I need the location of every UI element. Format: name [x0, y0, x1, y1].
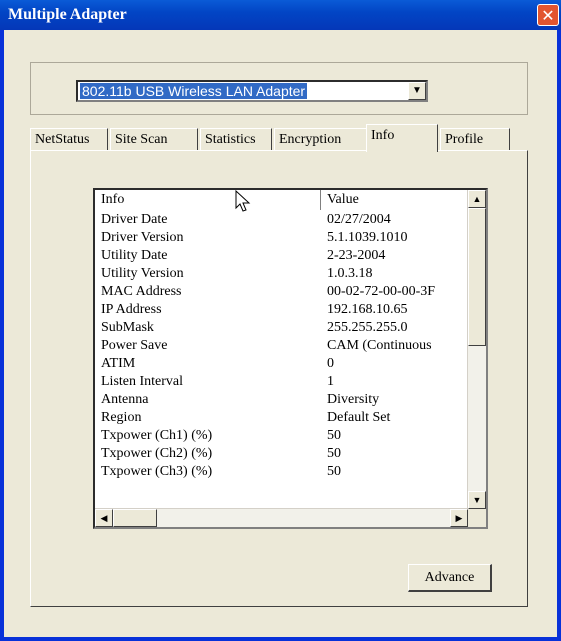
column-header-info[interactable]: Info: [95, 190, 321, 210]
table-row[interactable]: Utility Date 2-23-2004: [95, 247, 467, 265]
value-cell: 1.0.3.18: [327, 266, 373, 281]
info-cell: Driver Date: [101, 212, 168, 227]
value-cell: 00-02-72-00-00-3F: [327, 284, 436, 299]
column-header-value[interactable]: Value: [321, 190, 468, 210]
tab-netstatus[interactable]: NetStatus: [30, 128, 108, 150]
value-cell: 50: [327, 446, 341, 461]
close-icon[interactable]: ✕: [537, 4, 559, 26]
info-cell: IP Address: [101, 302, 162, 317]
value-cell: 1: [327, 374, 334, 389]
table-row[interactable]: ATIM 0: [95, 355, 467, 373]
info-cell: Txpower (Ch1) (%): [101, 428, 213, 443]
info-cell: Driver Version: [101, 230, 184, 245]
vertical-scroll-thumb[interactable]: [468, 208, 486, 346]
info-cell: Region: [101, 410, 142, 425]
tab-profile[interactable]: Profile: [440, 128, 510, 150]
advance-button[interactable]: Advance: [408, 564, 492, 592]
info-cell: SubMask: [101, 320, 154, 335]
chevron-down-icon[interactable]: ▼: [408, 82, 426, 100]
table-row[interactable]: Driver Date 02/27/2004: [95, 211, 467, 229]
tab-statistics[interactable]: Statistics: [200, 128, 272, 150]
table-row[interactable]: Txpower (Ch2) (%) 50: [95, 445, 467, 463]
table-row[interactable]: Antenna Diversity: [95, 391, 467, 409]
window-title: Multiple Adapter: [8, 6, 127, 23]
table-row[interactable]: IP Address 192.168.10.65: [95, 301, 467, 319]
info-cell: Power Save: [101, 338, 168, 353]
value-cell: 255.255.255.0: [327, 320, 408, 335]
value-cell: Diversity: [327, 392, 380, 407]
value-cell: 192.168.10.65: [327, 302, 408, 317]
info-cell: Utility Date: [101, 248, 168, 263]
value-cell: Default Set: [327, 410, 391, 425]
info-cell: MAC Address: [101, 284, 182, 299]
tab-info[interactable]: Info: [366, 124, 438, 152]
table-row[interactable]: MAC Address 00-02-72-00-00-3F: [95, 283, 467, 301]
info-cell: Listen Interval: [101, 374, 184, 389]
scroll-left-icon[interactable]: ◀: [95, 509, 113, 527]
value-cell: 5.1.1039.1010: [327, 230, 408, 245]
table-row[interactable]: Region Default Set: [95, 409, 467, 427]
table-row[interactable]: Listen Interval 1: [95, 373, 467, 391]
info-cell: Txpower (Ch2) (%): [101, 446, 213, 461]
scroll-up-icon[interactable]: ▲: [468, 190, 486, 208]
table-row[interactable]: Txpower (Ch1) (%) 50: [95, 427, 467, 445]
table-row[interactable]: SubMask 255.255.255.0: [95, 319, 467, 337]
horizontal-scrollbar[interactable]: ◀ ▶: [95, 508, 468, 527]
table-row[interactable]: Txpower (Ch3) (%) 50: [95, 463, 467, 481]
adapter-select[interactable]: 802.11b USB Wireless LAN Adapter ▼: [76, 80, 428, 102]
mouse-cursor-icon: [235, 190, 251, 212]
scroll-down-icon[interactable]: ▼: [468, 491, 486, 509]
info-cell: Utility Version: [101, 266, 184, 281]
info-list-view[interactable]: Info Value Driver Date 02/27/2004 Driver V…: [93, 188, 488, 529]
table-row[interactable]: Driver Version 5.1.1039.1010: [95, 229, 467, 247]
list-rows: Driver Date 02/27/2004 Driver Version 5.1.1…: [95, 211, 467, 481]
value-cell: 50: [327, 464, 341, 479]
info-cell: ATIM: [101, 356, 136, 371]
table-row[interactable]: Utility Version 1.0.3.18: [95, 265, 467, 283]
tab-site-scan[interactable]: Site Scan: [110, 128, 198, 150]
scrollbar-corner: [468, 509, 486, 527]
info-cell: Antenna: [101, 392, 149, 407]
value-cell: 2-23-2004: [327, 248, 386, 263]
value-cell: 0: [327, 356, 334, 371]
title-bar[interactable]: Multiple Adapter ✕: [0, 0, 561, 30]
vertical-scrollbar[interactable]: ▲ ▼: [467, 190, 486, 509]
scroll-right-icon[interactable]: ▶: [450, 509, 468, 527]
adapter-select-value: 802.11b USB Wireless LAN Adapter: [80, 83, 308, 99]
horizontal-scroll-thumb[interactable]: [113, 509, 157, 527]
table-row[interactable]: Power Save CAM (Continuous: [95, 337, 467, 355]
value-cell: 02/27/2004: [327, 212, 391, 227]
tab-encryption[interactable]: Encryption: [274, 128, 368, 150]
value-cell: 50: [327, 428, 341, 443]
info-cell: Txpower (Ch3) (%): [101, 464, 213, 479]
value-cell: CAM (Continuous: [327, 338, 432, 353]
